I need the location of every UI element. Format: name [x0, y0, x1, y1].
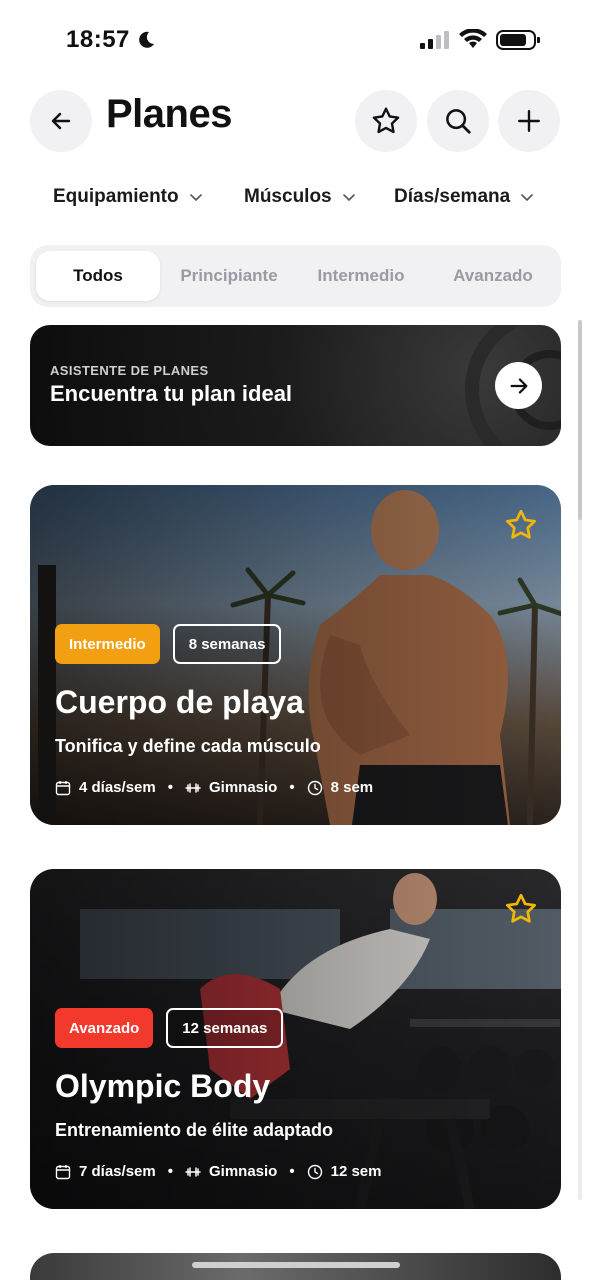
page-title: Planes: [106, 92, 232, 136]
filter-muscles[interactable]: Músculos: [244, 186, 356, 208]
plan-title: Olympic Body: [55, 1068, 271, 1104]
arrow-right-icon: [510, 377, 527, 394]
filter-label: Días/semana: [394, 186, 511, 207]
plan-subtitle: Tonifica y define cada músculo: [55, 736, 321, 756]
filter-equipment[interactable]: Equipamiento: [53, 186, 203, 208]
level-badge: Intermedio: [55, 624, 160, 664]
search-button[interactable]: [427, 90, 489, 152]
plan-meta: 4 días/sem • Gimnasio • 8 sem: [55, 779, 373, 796]
chevron-down-icon: [342, 194, 355, 202]
arrow-left-icon: [51, 112, 71, 130]
assistant-kicker: ASISTENTE DE PLANES: [50, 363, 209, 378]
filter-days-per-week[interactable]: Días/semana: [394, 186, 534, 208]
duration-badge: 8 semanas: [172, 624, 282, 664]
days-per-week: 7 días/sem: [79, 1163, 156, 1180]
days-per-week: 4 días/sem: [79, 779, 156, 796]
calendar-icon: [55, 1164, 71, 1179]
segment-avanzado[interactable]: Avanzado: [431, 251, 555, 301]
plan-assistant-banner[interactable]: ASISTENTE DE PLANES Encuentra tu plan id…: [30, 325, 561, 446]
dumbbell-icon: [185, 1166, 201, 1177]
plan-title: Cuerpo de playa: [55, 684, 304, 720]
search-icon: [446, 109, 471, 134]
equipment: Gimnasio: [208, 1163, 278, 1180]
chevron-down-icon: [521, 194, 533, 202]
filter-label: Equipamiento: [53, 186, 179, 207]
dumbbell-icon: [185, 782, 201, 793]
star-outline-icon[interactable]: [503, 507, 539, 543]
badge-row: Intermedio 8 semanas: [55, 624, 282, 664]
plan-meta: 7 días/sem • Gimnasio • 12 sem: [55, 1163, 381, 1180]
plan-card[interactable]: Avanzado 12 semanas Olympic Body Entrena…: [30, 869, 561, 1209]
scrollbar-thumb[interactable]: [578, 320, 582, 520]
separator-dot: •: [167, 1163, 173, 1180]
plus-icon: [518, 110, 540, 132]
star-outline-icon[interactable]: [503, 891, 539, 927]
battery-icon: [496, 30, 540, 50]
plan-subtitle: Entrenamiento de élite adaptado: [55, 1120, 334, 1140]
status-time: 18:57: [66, 26, 130, 53]
segment-intermedio[interactable]: Intermedio: [299, 251, 423, 301]
status-bar: 18:57: [0, 0, 591, 80]
wifi-icon: [459, 29, 487, 48]
chevron-down-icon: [189, 194, 202, 202]
separator-dot: •: [289, 779, 295, 796]
assistant-go-button[interactable]: [495, 362, 542, 409]
duration-weeks: 8 sem: [330, 779, 374, 796]
duration-badge: 12 semanas: [166, 1008, 284, 1048]
badge-row: Avanzado 12 semanas: [55, 1008, 284, 1048]
filter-label: Músculos: [244, 186, 332, 207]
back-button[interactable]: [30, 90, 92, 152]
calendar-icon: [55, 780, 71, 795]
assistant-title: Encuentra tu plan ideal: [50, 381, 293, 406]
level-badge: Avanzado: [55, 1008, 154, 1048]
separator-dot: •: [167, 779, 173, 796]
segment-principiante[interactable]: Principiante: [167, 251, 291, 301]
add-button[interactable]: [498, 90, 560, 152]
plan-card[interactable]: Intermedio 8 semanas Cuerpo de playa Ton…: [30, 485, 561, 825]
duration-weeks: 12 sem: [330, 1163, 382, 1180]
home-indicator[interactable]: [192, 1262, 400, 1268]
clock-icon: [307, 1164, 322, 1179]
favorites-button[interactable]: [355, 90, 417, 152]
equipment: Gimnasio: [208, 779, 278, 796]
level-segmented-control: Todos Principiante Intermedio Avanzado: [30, 245, 561, 307]
clock-icon: [307, 780, 322, 795]
moon-icon: [139, 31, 154, 48]
segment-todos[interactable]: Todos: [36, 251, 160, 301]
separator-dot: •: [289, 1163, 295, 1180]
star-outline-icon: [372, 107, 400, 134]
signal-icon: [420, 31, 449, 49]
